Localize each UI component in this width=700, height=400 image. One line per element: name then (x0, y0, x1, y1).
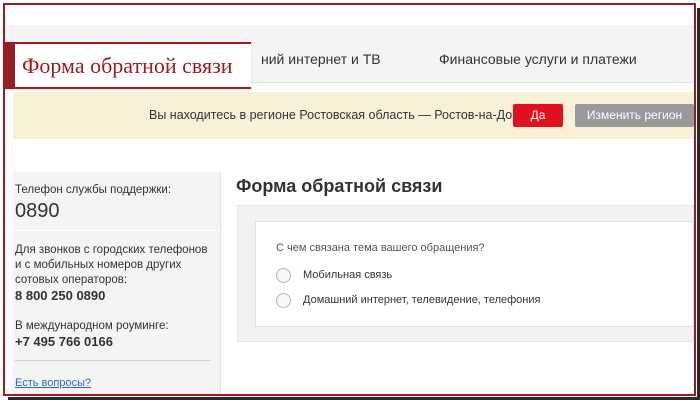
topic-question-card: С чем связана тема вашего обращения? Моб… (255, 221, 694, 327)
support-phone-label: Телефон службы поддержки: (15, 184, 172, 196)
nav-item-home-internet[interactable]: ний интернет и ТВ (261, 51, 381, 67)
screenshot-frame: ний интернет и ТВ Финансовые услуги и пл… (3, 3, 696, 396)
divider (15, 360, 211, 361)
radio-button[interactable] (276, 293, 291, 308)
region-question: Вы находитесь в регионе Ростовская облас… (149, 108, 533, 122)
radio-button[interactable] (276, 268, 291, 283)
region-confirmation-bar: Вы находитесь в регионе Ростовская облас… (13, 92, 694, 139)
topic-option-label: Мобильная связь (303, 269, 393, 281)
title-banner: Форма обратной связи (5, 42, 251, 89)
city-phone-label: Для звонков с городских телефонов и с мо… (15, 244, 208, 286)
topic-option-label: Домашний интернет, телевидение, телефони… (303, 294, 541, 306)
confirm-region-button[interactable]: Да (513, 104, 563, 127)
topic-question-label: С чем связана тема вашего обращения? (276, 242, 485, 254)
banner-accent-band (5, 44, 15, 87)
banner-title: Форма обратной связи (22, 53, 233, 78)
questions-link[interactable]: Есть вопросы? (15, 377, 91, 389)
support-sidebar: Телефон службы поддержки: 0890 Для звонк… (13, 172, 221, 394)
city-phone-number: 8 800 250 0890 (15, 288, 106, 303)
nav-item-finance[interactable]: Финансовые услуги и платежи (439, 51, 637, 67)
change-region-button[interactable]: Изменить регион (575, 104, 694, 127)
support-phone-number: 0890 (15, 200, 60, 222)
roaming-phone-label: В международном роуминге: (15, 320, 169, 332)
page-title: Форма обратной связи (236, 176, 443, 196)
divider (13, 230, 220, 231)
roaming-phone-number: +7 495 766 0166 (15, 334, 113, 349)
